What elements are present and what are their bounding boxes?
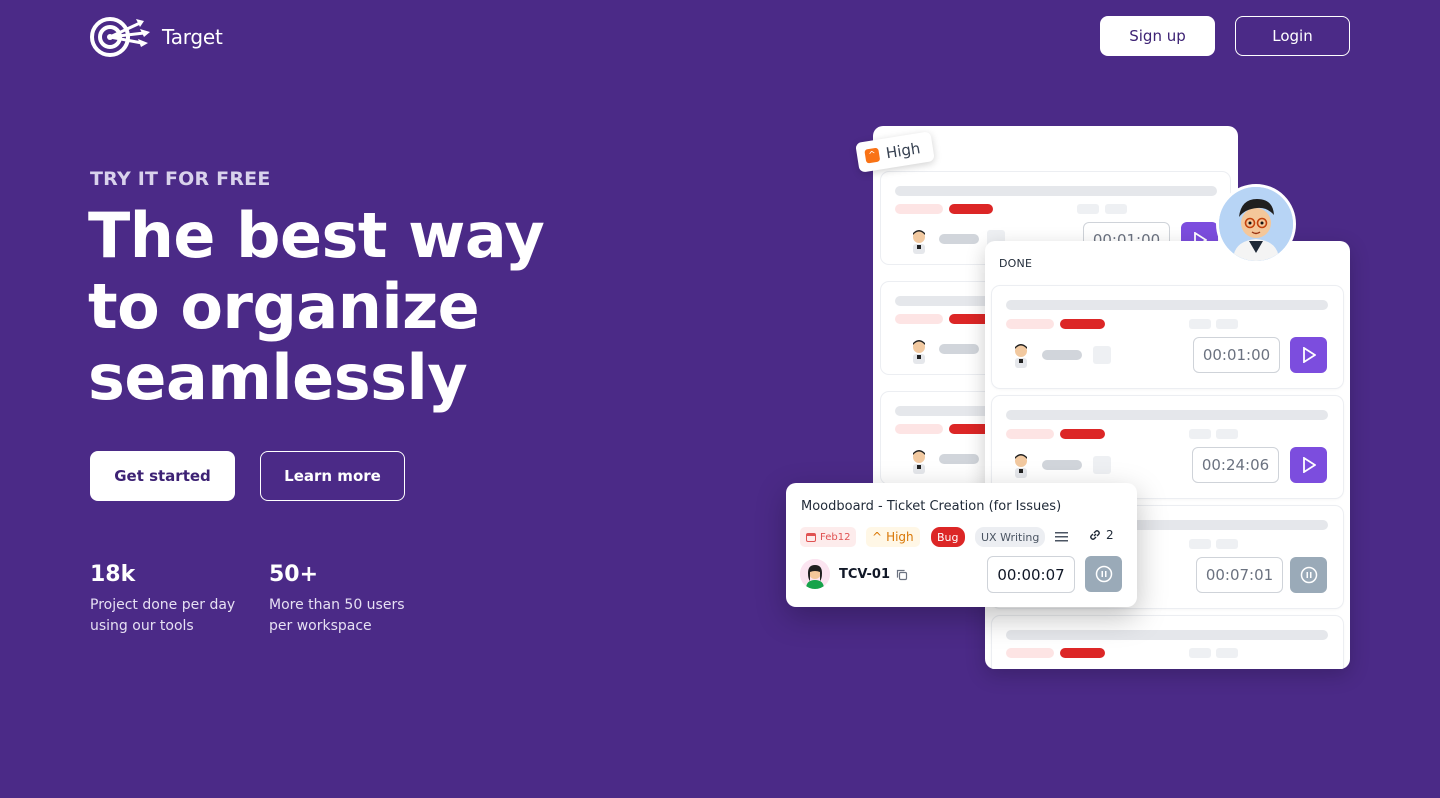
user-avatar-icon — [1015, 344, 1027, 368]
timer-display: 00:24:06 — [1192, 447, 1279, 483]
user-avatar-icon — [1219, 187, 1293, 261]
pause-button[interactable] — [1085, 556, 1122, 592]
priority-label: High — [886, 530, 914, 544]
link-count: 2 — [1089, 528, 1114, 542]
hero-eyebrow: TRY IT FOR FREE — [90, 168, 271, 190]
stat-projects: 18k Project done per day using our tools — [90, 562, 235, 637]
pause-icon — [1300, 566, 1317, 584]
logo[interactable]: Target — [90, 15, 223, 59]
sign-up-button[interactable]: Sign up — [1100, 16, 1215, 56]
task-row — [992, 616, 1343, 669]
stat-desc-line: Project done per day — [90, 597, 236, 613]
hero-headline: The best way to organize seamlessly — [88, 200, 608, 413]
stat-desc-line: using our tools — [90, 618, 194, 634]
stat-value: 18k — [90, 562, 136, 587]
pause-button[interactable] — [1290, 557, 1327, 593]
category-tag: UX Writing — [975, 527, 1046, 547]
headline-line: seamlessly — [88, 341, 468, 414]
headline-line: to organize — [88, 270, 480, 343]
ticket-timer: 00:00:07 — [987, 556, 1075, 593]
ticket-card[interactable]: Moodboard - Ticket Creation (for Issues)… — [786, 483, 1137, 607]
timer-display: 00:07:01 — [1196, 557, 1283, 593]
chevron-up-icon: ^ — [872, 530, 883, 544]
link-icon — [1090, 530, 1100, 540]
ticket-id-label: TCV-01 — [839, 567, 891, 582]
copy-icon[interactable] — [896, 569, 908, 581]
user-avatar-icon — [913, 340, 925, 364]
pause-icon — [1095, 565, 1112, 583]
priority-up-icon: ^ — [864, 147, 881, 164]
user-avatar-icon — [1015, 454, 1027, 478]
description-lines-icon — [1055, 532, 1068, 542]
due-date-tag: Feb12 — [800, 527, 857, 547]
user-avatar-icon — [913, 450, 925, 474]
stat-users: 50+ More than 50 users per workspace — [269, 562, 405, 637]
logo-text: Target — [162, 25, 223, 49]
due-date-label: Feb12 — [820, 531, 851, 543]
play-button[interactable] — [1290, 337, 1327, 373]
stat-desc-line: per workspace — [269, 618, 372, 634]
login-button[interactable]: Login — [1235, 16, 1350, 56]
get-started-button[interactable]: Get started — [90, 451, 235, 501]
user-avatar-icon — [913, 230, 925, 254]
play-icon — [1302, 457, 1316, 473]
ticket-title: Moodboard - Ticket Creation (for Issues) — [801, 499, 1062, 514]
stat-value: 50+ — [269, 562, 319, 587]
headline-line: The best way — [88, 199, 545, 272]
ticket-id: TCV-01 — [839, 567, 908, 582]
stat-desc-line: More than 50 users — [269, 597, 405, 613]
type-tag: Bug — [931, 527, 965, 547]
column-label: DONE — [999, 257, 1033, 270]
timer-display: 00:01:00 — [1193, 337, 1280, 373]
user-avatar — [1216, 184, 1296, 264]
play-icon — [1302, 347, 1316, 363]
learn-more-button[interactable]: Learn more — [260, 451, 405, 501]
stat-description: Project done per day using our tools — [90, 595, 235, 637]
priority-tag: ^ High — [866, 527, 920, 547]
link-count-value: 2 — [1106, 528, 1114, 542]
stat-description: More than 50 users per workspace — [269, 595, 405, 637]
play-button[interactable] — [1290, 447, 1327, 483]
priority-label: High — [884, 139, 922, 163]
assignee-avatar — [800, 559, 830, 589]
user-avatar-icon — [800, 559, 830, 589]
target-logo-icon — [90, 17, 150, 57]
task-row: 00:01:00 — [992, 286, 1343, 388]
calendar-icon — [806, 533, 816, 542]
